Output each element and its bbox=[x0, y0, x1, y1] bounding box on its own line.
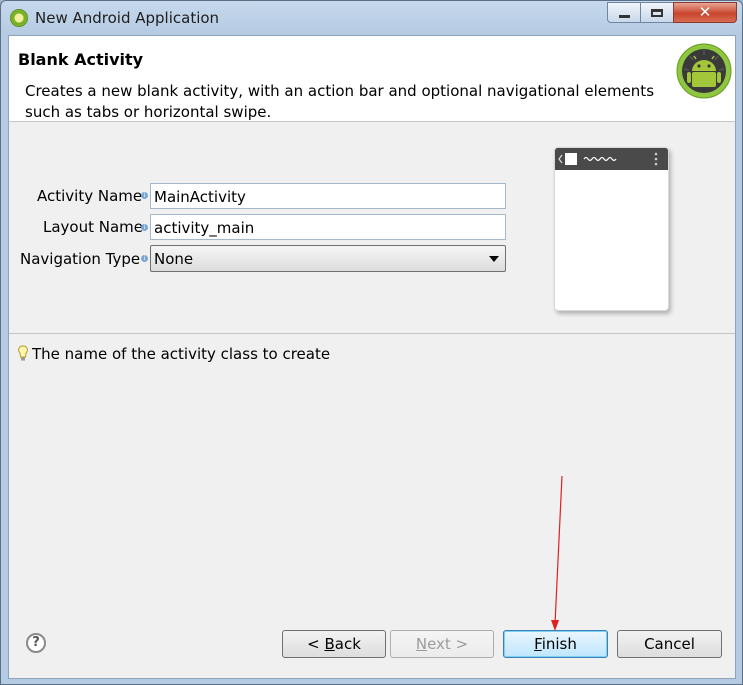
finish-button[interactable]: Finish bbox=[503, 630, 608, 658]
back-prefix: < bbox=[307, 635, 325, 653]
maximize-button[interactable] bbox=[640, 2, 674, 23]
page-title: Blank Activity bbox=[18, 50, 144, 69]
info-icon: i bbox=[141, 224, 148, 231]
dialog-window: New Android Application ✕ Blank Activity… bbox=[0, 0, 743, 685]
activity-preview bbox=[554, 147, 669, 311]
close-icon: ✕ bbox=[698, 3, 712, 21]
back-button[interactable]: < Back bbox=[282, 630, 386, 658]
chevron-down-icon bbox=[489, 256, 499, 262]
back-mnemonic: B bbox=[324, 635, 335, 653]
back-label: ack bbox=[334, 635, 361, 653]
maximize-icon bbox=[651, 8, 663, 17]
window-title: New Android Application bbox=[35, 9, 220, 27]
dialog-content: Blank Activity Creates a new blank activ… bbox=[8, 35, 736, 679]
minimize-button[interactable] bbox=[607, 2, 641, 23]
android-adt-icon bbox=[10, 9, 28, 27]
help-icon: ? bbox=[32, 635, 40, 650]
finish-label: inish bbox=[541, 635, 577, 653]
cancel-button[interactable]: Cancel bbox=[617, 630, 722, 658]
page-description: Creates a new blank activity, with an ac… bbox=[25, 82, 655, 121]
title-bar[interactable]: New Android Application ✕ bbox=[1, 1, 742, 35]
wizard-header: Blank Activity Creates a new blank activ… bbox=[9, 36, 735, 122]
navigation-type-label: Navigation Type bbox=[20, 250, 141, 268]
finish-mnemonic: F bbox=[534, 635, 542, 653]
activity-name-label: Activity Name bbox=[37, 187, 143, 205]
info-icon: i bbox=[141, 255, 148, 262]
hint-text: The name of the activity class to create bbox=[32, 345, 331, 363]
next-label: ext > bbox=[427, 635, 469, 653]
help-button[interactable]: ? bbox=[26, 633, 46, 653]
next-button[interactable]: Next > bbox=[390, 630, 494, 658]
lightbulb-icon bbox=[18, 345, 28, 361]
close-button[interactable]: ✕ bbox=[673, 2, 737, 23]
navigation-type-value: None bbox=[154, 250, 194, 268]
divider bbox=[9, 333, 735, 334]
android-logo-icon bbox=[676, 43, 732, 99]
activity-name-input[interactable]: MainActivity bbox=[150, 183, 506, 209]
preview-action-bar bbox=[555, 148, 668, 170]
navigation-type-select[interactable]: None bbox=[150, 245, 506, 272]
info-icon: i bbox=[141, 192, 148, 199]
layout-name-label: Layout Name bbox=[43, 218, 144, 236]
next-mnemonic: N bbox=[415, 635, 428, 653]
layout-name-input[interactable]: activity_main bbox=[150, 214, 506, 240]
minimize-icon bbox=[618, 14, 630, 18]
